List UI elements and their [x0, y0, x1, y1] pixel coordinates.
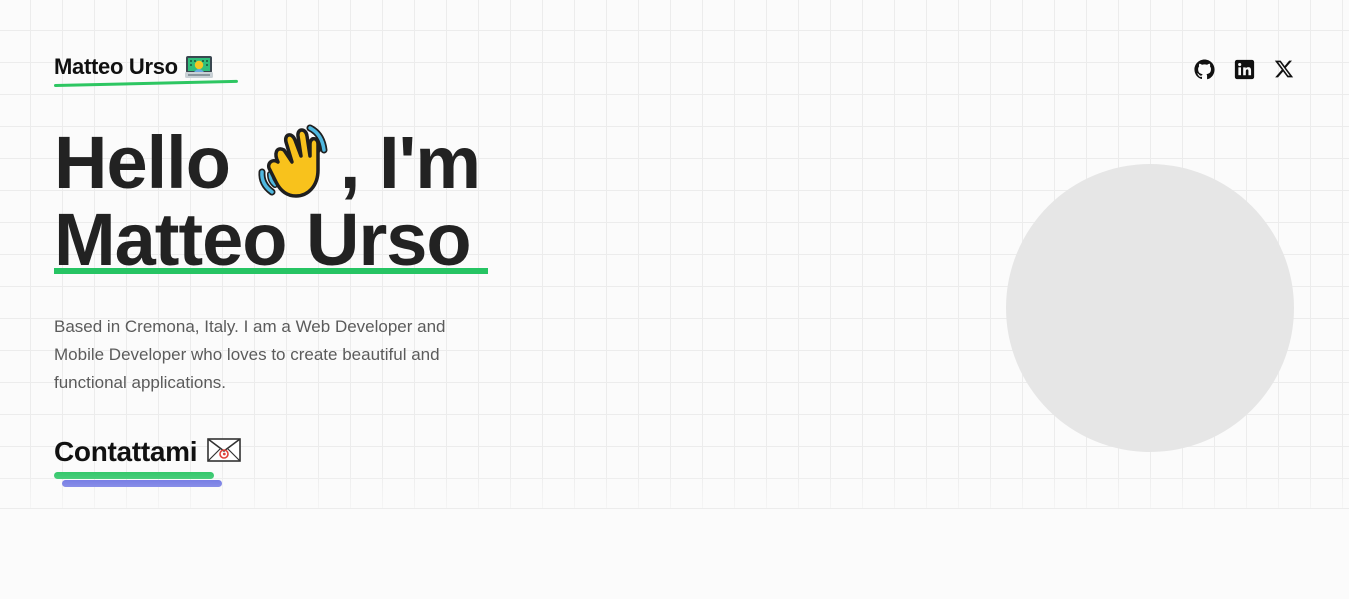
hero-headline: Hello , I'm Matteo Urso	[54, 121, 481, 281]
contact-button[interactable]: Contattami	[54, 436, 242, 487]
brand-name: Matteo Urso	[54, 54, 178, 79]
contact-underline-green	[54, 472, 214, 479]
contact-label: Contattami	[54, 436, 198, 467]
name-underline	[54, 268, 488, 274]
hero-bio: Based in Cremona, Italy. I am a Web Deve…	[54, 317, 446, 392]
envelope-icon	[207, 437, 242, 467]
hero-name: Matteo Urso	[54, 198, 472, 281]
github-icon[interactable]	[1193, 58, 1215, 80]
greeting-text: Hello	[54, 121, 231, 204]
hero-section: Matteo Urso Hello , I'm Matteo Urso Base…	[0, 0, 1349, 509]
brand-underline	[53, 79, 238, 87]
greeting-suffix: , I'm	[339, 121, 481, 204]
x-twitter-icon[interactable]	[1273, 58, 1295, 80]
linkedin-icon[interactable]	[1233, 58, 1255, 80]
social-links	[1193, 58, 1295, 80]
greeting-line: Hello , I'm	[54, 121, 481, 204]
brand-link[interactable]: Matteo Urso	[53, 54, 238, 87]
avatar-placeholder	[1006, 164, 1294, 452]
technologist-icon	[184, 55, 213, 79]
waving-hand-icon	[252, 122, 334, 204]
contact-underline-blue	[62, 480, 222, 487]
